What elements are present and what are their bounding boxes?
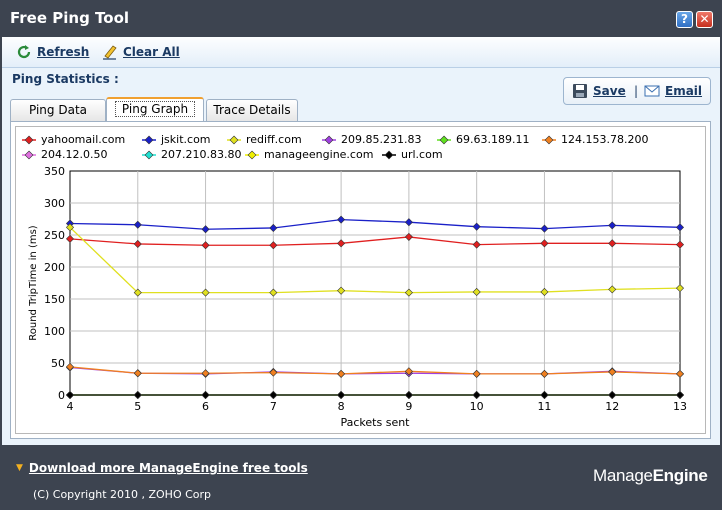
plot-area [69,170,681,396]
brand-prefix: Manage [593,466,653,485]
x-tick-label: 7 [270,400,277,413]
help-icon[interactable]: ? [676,11,693,28]
y-tick-label: 350 [44,165,65,178]
refresh-button[interactable]: Refresh [16,44,89,60]
x-tick-label: 13 [673,400,687,413]
close-icon[interactable]: ✕ [696,11,713,28]
x-tick-label: 10 [470,400,484,413]
save-label: Save [593,84,626,98]
y-tick-label: 50 [51,357,65,370]
y-axis-label: Round TripTime in (ms) [28,225,39,340]
refresh-icon [17,45,31,59]
tab-trace-details-label: Trace Details [213,103,291,117]
x-tick-label: 12 [605,400,619,413]
window-title: Free Ping Tool [10,9,130,27]
ping-graph-panel: yahoomail.com jskit.com rediff.com 209.85.2… [10,121,711,439]
save-button[interactable]: Save [572,83,626,99]
clear-all-label: Clear All [123,45,180,59]
y-tick-label: 300 [44,197,65,210]
y-tick-label: 100 [44,325,65,338]
y-tick-label: 150 [44,293,65,306]
y-tick-label: 200 [44,261,65,274]
clear-all-button[interactable]: Clear All [102,44,180,60]
refresh-label: Refresh [37,45,90,59]
y-tick-label: 0 [58,389,65,402]
email-label: Email [665,84,703,98]
copyright-text: (C) Copyright 2010 , ZOHO Corp [33,488,212,501]
email-button[interactable]: Email [644,83,702,99]
main-client-area: Refresh Clear All Ping Statistics : Save… [2,37,720,445]
toolbar: Refresh Clear All [2,37,720,68]
floppy-disk-icon [573,84,587,98]
y-tick-label: 250 [44,229,65,242]
x-tick-label: 4 [67,400,74,413]
x-tick-label: 8 [338,400,345,413]
x-tick-label: 6 [202,400,209,413]
chart-plot: 0 50 100 150 200 250 300 350 4 5 6 7 8 9 10 11 12 13 Packe… [28,165,687,429]
ping-statistics-label: Ping Statistics : [12,72,119,86]
tab-ping-graph-label: Ping Graph [114,101,196,117]
tab-ping-graph[interactable]: Ping Graph [106,97,204,121]
x-axis-label: Packets sent [341,416,411,429]
tab-ping-data-label: Ping Data [29,103,87,117]
export-actions: Save | Email [563,77,711,105]
download-tools-label: Download more ManageEngine free tools [28,461,308,475]
manageengine-logo: ManageEngine [593,466,708,486]
ping-graph-chart: yahoomail.com jskit.com rediff.com 209.85.2… [15,126,706,434]
x-tick-label: 11 [537,400,551,413]
pencil-icon [103,45,117,60]
x-tick-label: 9 [405,400,412,413]
download-tools-link[interactable]: ▼ Download more ManageEngine free tools [16,461,308,475]
brand-suffix: Engine [652,466,708,485]
tab-trace-details[interactable]: Trace Details [206,99,298,121]
envelope-icon [644,85,660,97]
title-bar: Free Ping Tool ? ✕ [0,0,722,38]
download-arrow-icon: ▼ [16,463,23,473]
tab-ping-data[interactable]: Ping Data [10,99,106,121]
action-separator: | [634,84,639,98]
x-tick-label: 5 [134,400,141,413]
